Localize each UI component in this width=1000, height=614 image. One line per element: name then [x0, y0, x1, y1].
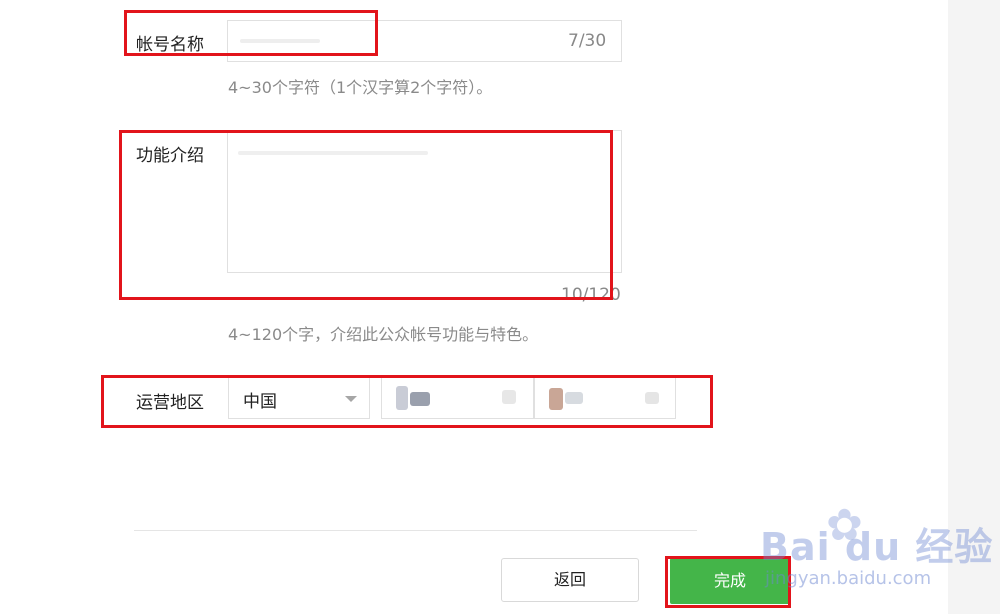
highlight-box-description: [119, 130, 613, 300]
description-hint: 4~120个字，介绍此公众帐号功能与特色。: [228, 325, 539, 344]
watermark-url: jingyan.baidu.com: [765, 568, 932, 589]
back-button[interactable]: 返回: [501, 558, 639, 602]
footer-divider: [134, 530, 697, 531]
account-name-hint: 4~30个字符（1个汉字算2个字符）。: [228, 78, 493, 97]
watermark-logo: Bai du 经验: [760, 525, 994, 569]
highlight-box-account-name: [124, 10, 378, 56]
account-name-counter: 7/30: [568, 31, 607, 51]
highlight-box-region: [101, 375, 713, 428]
